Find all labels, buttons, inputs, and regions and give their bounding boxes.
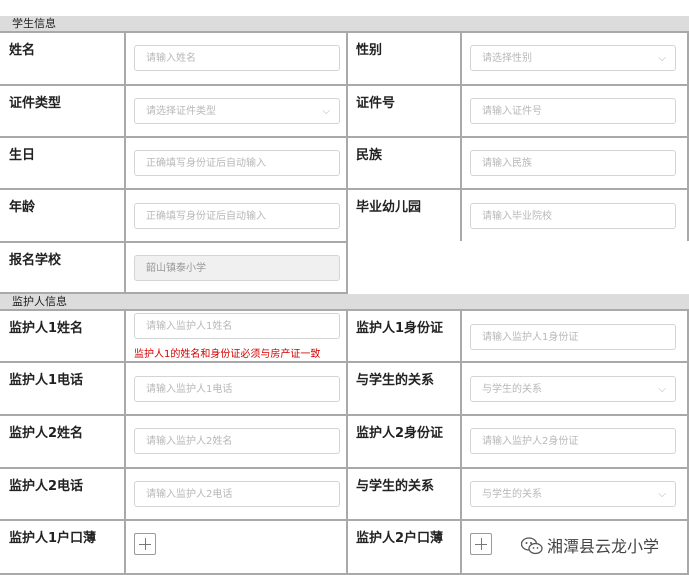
field-label: 监护人1电话 xyxy=(9,373,84,388)
form-row: 监护人1姓名 请输入监护人1姓名 监护人1的姓名和身份证必须与房产证一致 监护人… xyxy=(0,309,689,361)
guardian1-id-input[interactable]: 请输入监护人1身份证 xyxy=(470,324,676,350)
field-label: 监护人2电话 xyxy=(9,479,84,494)
field-label: 生日 xyxy=(9,148,36,163)
student-section-header: 学生信息 xyxy=(0,16,689,31)
field-label: 证件号 xyxy=(356,96,396,111)
select-placeholder: 与学生的关系 xyxy=(482,384,542,395)
guardian1-phone-input[interactable]: 请输入监护人1电话 xyxy=(134,376,340,402)
birthday-input[interactable]: 正确填写身份证后自动输入 xyxy=(134,150,340,176)
form-row: 证件类型 请选择证件类型 ⌵ 证件号 请输入证件号 xyxy=(0,84,689,136)
id-type-select[interactable]: 请选择证件类型 ⌵ xyxy=(134,98,340,124)
chevron-down-icon: ⌵ xyxy=(658,384,666,395)
form-row: 监护人1电话 请输入监护人1电话 与学生的关系 与学生的关系 ⌵ xyxy=(0,361,689,414)
field-label: 证件类型 xyxy=(9,96,62,111)
name-input[interactable]: 请输入姓名 xyxy=(134,45,340,71)
field-label: 监护人2身份证 xyxy=(356,426,444,441)
select-placeholder: 与学生的关系 xyxy=(482,489,542,500)
watermark-text: 湘潭县云龙小学 xyxy=(547,537,660,556)
form-row: 姓名 请输入姓名 性别 请选择性别 ⌵ xyxy=(0,31,689,84)
guardian2-id-input[interactable]: 请输入监护人2身份证 xyxy=(470,428,676,454)
field-label: 毕业幼儿园 xyxy=(356,200,422,215)
chevron-down-icon: ⌵ xyxy=(322,106,330,117)
id-number-input[interactable]: 请输入证件号 xyxy=(470,98,676,124)
wechat-icon xyxy=(520,537,543,555)
field-label: 与学生的关系 xyxy=(356,373,435,388)
warning-text: 监护人1的姓名和身份证必须与房产证一致 xyxy=(134,349,321,360)
guardian2-phone-input[interactable]: 请输入监护人2电话 xyxy=(134,481,340,507)
gender-select[interactable]: 请选择性别 ⌵ xyxy=(470,45,676,71)
field-label: 监护人1户口薄 xyxy=(9,531,97,546)
age-input[interactable]: 正确填写身份证后自动输入 xyxy=(134,203,340,229)
school-input: 韶山镇泰小学 xyxy=(134,255,340,281)
chevron-down-icon: ⌵ xyxy=(658,489,666,500)
guardian2-household-upload-plus-icon[interactable] xyxy=(470,533,492,555)
ethnicity-input[interactable]: 请输入民族 xyxy=(470,150,676,176)
field-label: 报名学校 xyxy=(9,253,62,268)
guardian2-relation-select[interactable]: 与学生的关系 ⌵ xyxy=(470,481,676,507)
field-label: 民族 xyxy=(356,148,383,163)
field-label: 监护人2姓名 xyxy=(9,426,84,441)
form-row: 年龄 正确填写身份证后自动输入 毕业幼儿园 请输入毕业院校 xyxy=(0,188,689,241)
form-row: 报名学校 韶山镇泰小学 xyxy=(0,241,348,294)
field-label: 监护人2户口薄 xyxy=(356,531,444,546)
select-placeholder: 请选择证件类型 xyxy=(146,106,216,117)
form-row: 生日 正确填写身份证后自动输入 民族 请输入民族 xyxy=(0,136,689,188)
form-row: 监护人2姓名 请输入监护人2姓名 监护人2身份证 请输入监护人2身份证 xyxy=(0,414,689,467)
field-label: 监护人1姓名 xyxy=(9,321,84,336)
field-label: 与学生的关系 xyxy=(356,479,435,494)
field-label: 年龄 xyxy=(9,200,36,215)
chevron-down-icon: ⌵ xyxy=(658,53,666,64)
guardian-section-header: 监护人信息 xyxy=(0,294,689,309)
guardian1-relation-select[interactable]: 与学生的关系 ⌵ xyxy=(470,376,676,402)
guardian1-name-input[interactable]: 请输入监护人1姓名 xyxy=(134,313,340,339)
watermark: 湘潭县云龙小学 xyxy=(520,533,660,557)
field-label: 监护人1身份证 xyxy=(356,321,444,336)
kindergarten-input[interactable]: 请输入毕业院校 xyxy=(470,203,676,229)
form-row: 监护人2电话 请输入监护人2电话 与学生的关系 与学生的关系 ⌵ xyxy=(0,467,689,519)
guardian1-household-upload-plus-icon[interactable] xyxy=(134,533,156,555)
select-placeholder: 请选择性别 xyxy=(482,53,532,64)
field-label: 姓名 xyxy=(9,43,36,58)
guardian2-name-input[interactable]: 请输入监护人2姓名 xyxy=(134,428,340,454)
field-label: 性别 xyxy=(356,43,383,58)
